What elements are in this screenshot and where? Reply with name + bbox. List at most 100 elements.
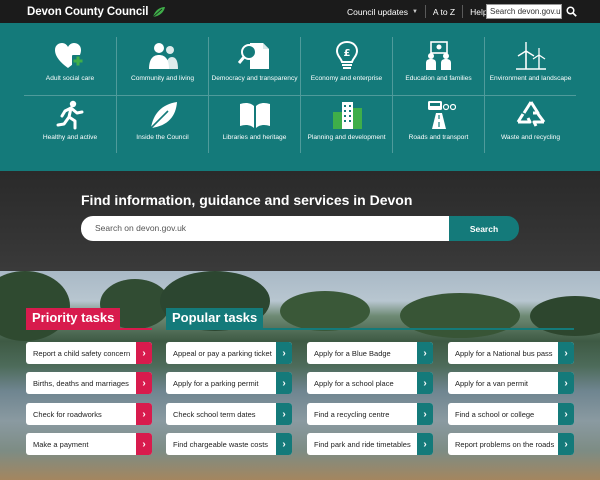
priority-underline [26,328,152,330]
category-label: Roads and transport [408,134,469,141]
task-label: Apply for a parking permit [173,378,259,388]
popular-task-link[interactable]: Apply for a National bus pass › [448,342,574,364]
category-label: Planning and development [307,134,386,141]
category-label: Democracy and transparency [211,75,298,82]
chevron-right-icon: › [558,433,574,455]
category-roads-and-transport[interactable]: Roads and transport [392,95,484,153]
category-label: Healthy and active [42,134,98,141]
category-label: Education and families [405,75,472,82]
task-label: Appeal or pay a parking ticket [173,348,272,358]
recycle-icon [516,101,545,127]
people-icon [148,43,178,69]
tree-shape [0,271,70,341]
popular-task-link[interactable]: Find park and ride timetables › [307,433,433,455]
category-community-and-living[interactable]: Community and living [116,37,208,95]
road-bus-icon [427,101,456,129]
task-label: Apply for a van permit [455,378,528,388]
buildings-icon [332,102,362,129]
priority-task-link[interactable]: Check for roadworks › [26,403,152,425]
header-search-button[interactable] [564,4,578,19]
category-panel: Adult social care Community and living D… [0,23,600,171]
popular-task-link[interactable]: Find chargeable waste costs › [166,433,292,455]
category-label: Community and living [130,75,195,82]
document-magnifier-icon [237,43,269,69]
top-bar: Devon County Council Council updates ▼ A… [0,0,600,23]
chevron-right-icon: › [136,372,152,394]
tree-shape [400,293,520,338]
popular-task-link[interactable]: Apply for a school place › [307,372,433,394]
popular-underline [166,328,574,330]
chevron-down-icon: ▼ [411,8,418,15]
chevron-right-icon: › [276,372,292,394]
brand-name[interactable]: Devon County Council [27,6,148,18]
category-label: Adult social care [45,75,95,82]
heart-plus-icon [55,43,84,68]
task-label: Find park and ride timetables [314,439,411,449]
task-label: Apply for a National bus pass [455,348,553,358]
category-environment-and-landscape[interactable]: Environment and landscape [484,37,576,95]
popular-task-link[interactable]: Report problems on the roads › [448,433,574,455]
popular-task-link[interactable]: Find a school or college › [448,403,574,425]
chevron-right-icon: › [136,433,152,455]
task-label: Make a payment [33,439,89,449]
brand-logo[interactable]: Devon County Council [27,4,166,19]
wind-turbine-icon [515,42,546,70]
priority-task-link[interactable]: Make a payment › [26,433,152,455]
chevron-right-icon: › [417,372,433,394]
popular-task-link[interactable]: Apply for a Blue Badge › [307,342,433,364]
site-search-input[interactable]: Search on devon.gov.uk [81,216,450,241]
task-label: Apply for a school place [314,378,394,388]
leaf-icon [149,102,177,129]
nav-council-updates-label: Council updates [347,6,408,17]
family-icon [425,41,451,70]
chevron-right-icon: › [417,433,433,455]
category-libraries-and-heritage[interactable]: Libraries and heritage [208,95,300,153]
category-education-and-families[interactable]: Education and families [392,37,484,95]
chevron-right-icon: › [558,342,574,364]
priority-task-link[interactable]: Report a child safety concern › [26,342,152,364]
category-label: Economy and enterprise [310,75,383,82]
svg-text:£: £ [343,48,350,59]
priority-tasks-heading: Priority tasks [26,308,121,328]
category-inside-the-council[interactable]: Inside the Council [116,95,208,153]
category-planning-and-development[interactable]: Planning and development [300,95,392,153]
category-economy-and-enterprise[interactable]: £ Economy and enterprise [300,37,392,95]
chevron-right-icon: › [276,403,292,425]
search-icon [565,6,577,17]
hero-title: Find information, guidance and services … [81,192,413,208]
chevron-right-icon: › [417,403,433,425]
priority-task-link[interactable]: Births, deaths and marriages › [26,372,152,394]
popular-task-link[interactable]: Apply for a van permit › [448,372,574,394]
chevron-right-icon: › [558,372,574,394]
task-label: Check school term dates [173,409,256,419]
heading-underline [26,328,574,330]
nav-help-label: Help [470,6,488,17]
popular-task-link[interactable]: Find a recycling centre › [307,403,433,425]
category-label: Inside the Council [136,134,189,141]
tree-shape [530,296,600,336]
site-search-button[interactable]: Search [449,216,519,241]
chevron-right-icon: › [276,342,292,364]
chevron-right-icon: › [417,342,433,364]
category-waste-and-recycling[interactable]: Waste and recycling [484,95,576,153]
popular-task-link[interactable]: Check school term dates › [166,403,292,425]
chevron-right-icon: › [136,403,152,425]
task-label: Find a recycling centre [314,409,390,419]
task-label: Report problems on the roads [455,439,555,449]
category-democracy-and-transparency[interactable]: Democracy and transparency [208,37,300,95]
task-label: Find a school or college [455,409,535,419]
popular-task-link[interactable]: Apply for a parking permit › [166,372,292,394]
category-healthy-and-active[interactable]: Healthy and active [24,95,116,153]
open-book-icon [239,102,270,128]
nav-a-to-z[interactable]: A to Z [426,0,462,23]
category-adult-social-care[interactable]: Adult social care [24,37,116,95]
top-nav: Council updates ▼ A to Z Help ▼ [340,0,505,23]
nav-council-updates[interactable]: Council updates ▼ [340,0,425,23]
popular-task-link[interactable]: Appeal or pay a parking ticket › [166,342,292,364]
task-label: Report a child safety concern [33,348,131,358]
category-label: Libraries and heritage [222,134,287,141]
task-label: Check for roadworks [33,409,102,419]
task-label: Find chargeable waste costs [173,439,269,449]
header-search-input[interactable]: Search devon.gov.uk [486,4,562,19]
task-label: Births, deaths and marriages [33,378,129,388]
